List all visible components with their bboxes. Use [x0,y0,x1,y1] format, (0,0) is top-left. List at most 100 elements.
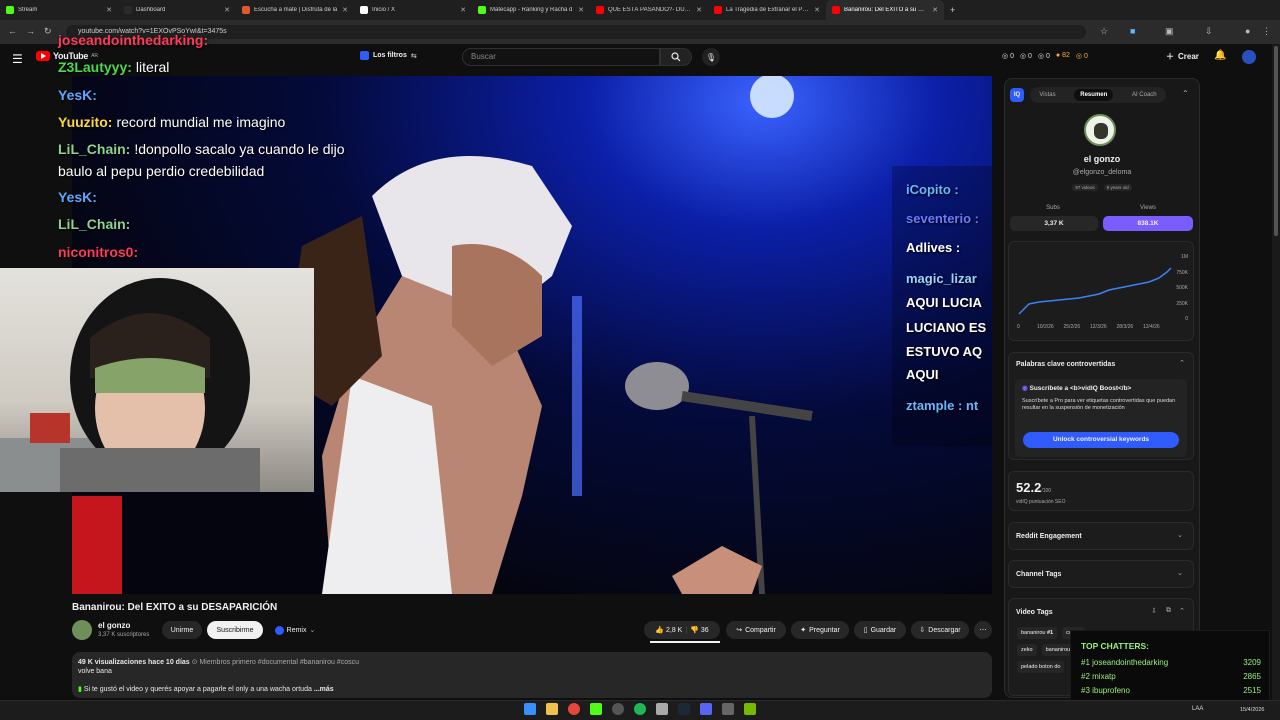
reload-icon[interactable]: ↻ [44,26,52,37]
vidiq-stat-3[interactable]: ◎ 0 [1038,52,1050,60]
create-button[interactable]: ＋ Crear [1166,51,1199,62]
discord-icon[interactable] [700,703,712,715]
browser-tab[interactable]: Dashboard ✕ [118,0,236,20]
remix-button[interactable]: Remix ⌄ [268,621,322,639]
back-icon[interactable]: ← [8,26,17,36]
like-dislike-group: 👍 2,8 K | 👎 36 [644,621,720,639]
tab-vistas[interactable]: Vistas [1039,92,1055,98]
vidiq-stat-2[interactable]: ◎ 0 [1020,52,1032,60]
tab-resumen[interactable]: Resumen [1074,89,1114,101]
show-more-link[interactable]: ...más [314,686,334,693]
new-tab-icon[interactable]: + [944,5,961,15]
browser-tab[interactable]: Bananirou: Del EXITO a su DES ✕ [826,0,944,20]
browser-tab[interactable]: Matecapp - Ranking y Racha d ✕ [472,0,590,20]
tag-chip[interactable]: pelado boton do [1017,661,1065,673]
search-input[interactable]: Buscar [462,48,660,66]
windows-start-icon[interactable] [524,703,536,715]
like-button[interactable]: 👍 2,8 K [655,626,682,634]
chatter-row: #1 joseandointhedarking 3209 [1081,658,1261,667]
browser-tab[interactable]: Escucha a mate | Disfruta de la ✕ [236,0,354,20]
collapse-icon[interactable]: ⌃ [1179,607,1185,615]
nvidia-icon[interactable] [744,703,756,715]
subscribe-label: Suscribirme [216,626,254,634]
download-icon[interactable]: ⇩ [1151,607,1157,615]
vidiq-stat-1[interactable]: ◎ 0 [1002,52,1014,60]
channel-tags-card[interactable]: Channel Tags ⌄ [1008,560,1194,588]
app-icon[interactable] [722,703,734,715]
ask-button[interactable]: ✦ Preguntar [791,621,849,639]
browser-tab[interactable]: QUÉ ESTÁ PASANDO?- DUENDE ✕ [590,0,708,20]
channel-name[interactable]: el gonzo [98,621,130,630]
language-indicator[interactable]: LAA [1192,706,1203,712]
close-tab-icon[interactable]: ✕ [224,6,230,14]
close-tab-icon[interactable]: ✕ [578,6,584,14]
close-tab-icon[interactable]: ✕ [932,6,938,14]
close-tab-icon[interactable]: ✕ [814,6,820,14]
menu-kebab-icon[interactable]: ⋮ [1262,26,1271,37]
chatter-name: #1 joseandointhedarking [1081,658,1169,667]
vidiq-stat-4[interactable]: ● 82 [1056,52,1070,60]
steam-icon[interactable] [678,703,690,715]
kick-app-icon[interactable] [590,703,602,715]
views-and-date: 49 K visualizaciones hace 10 días [78,659,190,666]
vidiq-channel-name: el gonzo [1083,154,1121,164]
browser-tab[interactable]: Stream ✕ [0,0,118,20]
file-explorer-icon[interactable] [546,703,558,715]
collapse-icon[interactable]: ⌃ [1179,359,1185,367]
close-tab-icon[interactable]: ✕ [460,6,466,14]
chart-x-tick: 12/3/26 [1090,324,1107,330]
search-button[interactable] [660,48,692,66]
tab-ai-coach[interactable]: AI Coach [1132,92,1157,98]
tag-chip[interactable]: bananirou #1 [1017,627,1058,639]
extensions-puzzle-icon[interactable]: ▣ [1165,26,1174,37]
hamburger-menu-icon[interactable]: ☰ [12,52,23,66]
download-button[interactable]: ⇩ Descargar [911,621,969,639]
reddit-engagement-card[interactable]: Reddit Engagement ⌄ [1008,522,1194,550]
collapse-icon[interactable]: ⌃ [1182,89,1189,98]
subs-toggle[interactable]: 3,37 K [1010,216,1098,231]
vidiq-stat-5[interactable]: ◎ 0 [1076,52,1088,60]
close-tab-icon[interactable]: ✕ [106,6,112,14]
browser-tab[interactable]: Inicio / X ✕ [354,0,472,20]
star-icon[interactable]: ☆ [1100,26,1108,37]
more-actions-button[interactable]: ⋯ [974,621,992,639]
scrollbar-thumb[interactable] [1274,46,1278,236]
hashtags[interactable]: #documental #bananirou #coscu [258,659,359,666]
voice-search-button[interactable]: 🎙 [702,48,720,66]
copy-icon[interactable]: ⧉ [1166,607,1171,615]
filters-button[interactable]: Los filtros ⇆ [360,51,417,60]
dislike-button[interactable]: 👎 36 [690,626,708,634]
forward-icon[interactable]: → [26,26,35,36]
channel-avatar[interactable] [72,620,92,640]
obs-icon[interactable] [612,703,624,715]
vidiq-logo-icon[interactable]: IQ [1010,88,1024,102]
unlock-keywords-button[interactable]: Unlock controversial keywords [1023,432,1179,448]
views-toggle[interactable]: 838.1K [1103,216,1193,231]
chat-text: baulo al pepu perdio credebilidad [58,163,265,179]
description-line-1: volve bana [78,668,112,675]
video-description[interactable]: 49 K visualizaciones hace 10 días ⊙ Miem… [72,652,992,698]
app-icon[interactable] [656,703,668,715]
url-bar[interactable]: youtube.com/watch?v=1EXOvPSoYwI&t=3475s [66,25,1086,39]
boost-title-text: Suscríbete a <b>vidIQ Boost</b> [1029,385,1132,392]
extension-icon[interactable]: ■ [1130,26,1135,36]
bell-icon[interactable]: 🔔 [1214,50,1226,61]
account-avatar[interactable] [1242,50,1256,64]
chart-x-tick: 10/2/26 [1037,324,1054,330]
save-button[interactable]: ▯ Guardar [854,621,906,639]
date-display[interactable]: 15/4/2026 [1240,707,1264,713]
chrome-icon[interactable] [568,703,580,715]
chat-message: Z3Lautyyy: literal [58,59,169,75]
close-tab-icon[interactable]: ✕ [696,6,702,14]
tag-chip[interactable]: zeko [1017,644,1037,656]
members-label: Miembros primero [199,659,256,666]
download-icon[interactable]: ⇩ [1205,26,1213,37]
share-button[interactable]: ↪ Compartir [726,621,786,639]
subscribe-button[interactable]: Suscribirme [207,621,263,639]
close-tab-icon[interactable]: ✕ [342,6,348,14]
browser-tab[interactable]: La Tragedia de Extrañar el Pres ✕ [708,0,826,20]
avatar[interactable]: ● [1245,26,1250,36]
join-button[interactable]: Unirme [162,621,202,639]
kick-icon: ▮ [78,686,82,693]
spotify-icon[interactable] [634,703,646,715]
